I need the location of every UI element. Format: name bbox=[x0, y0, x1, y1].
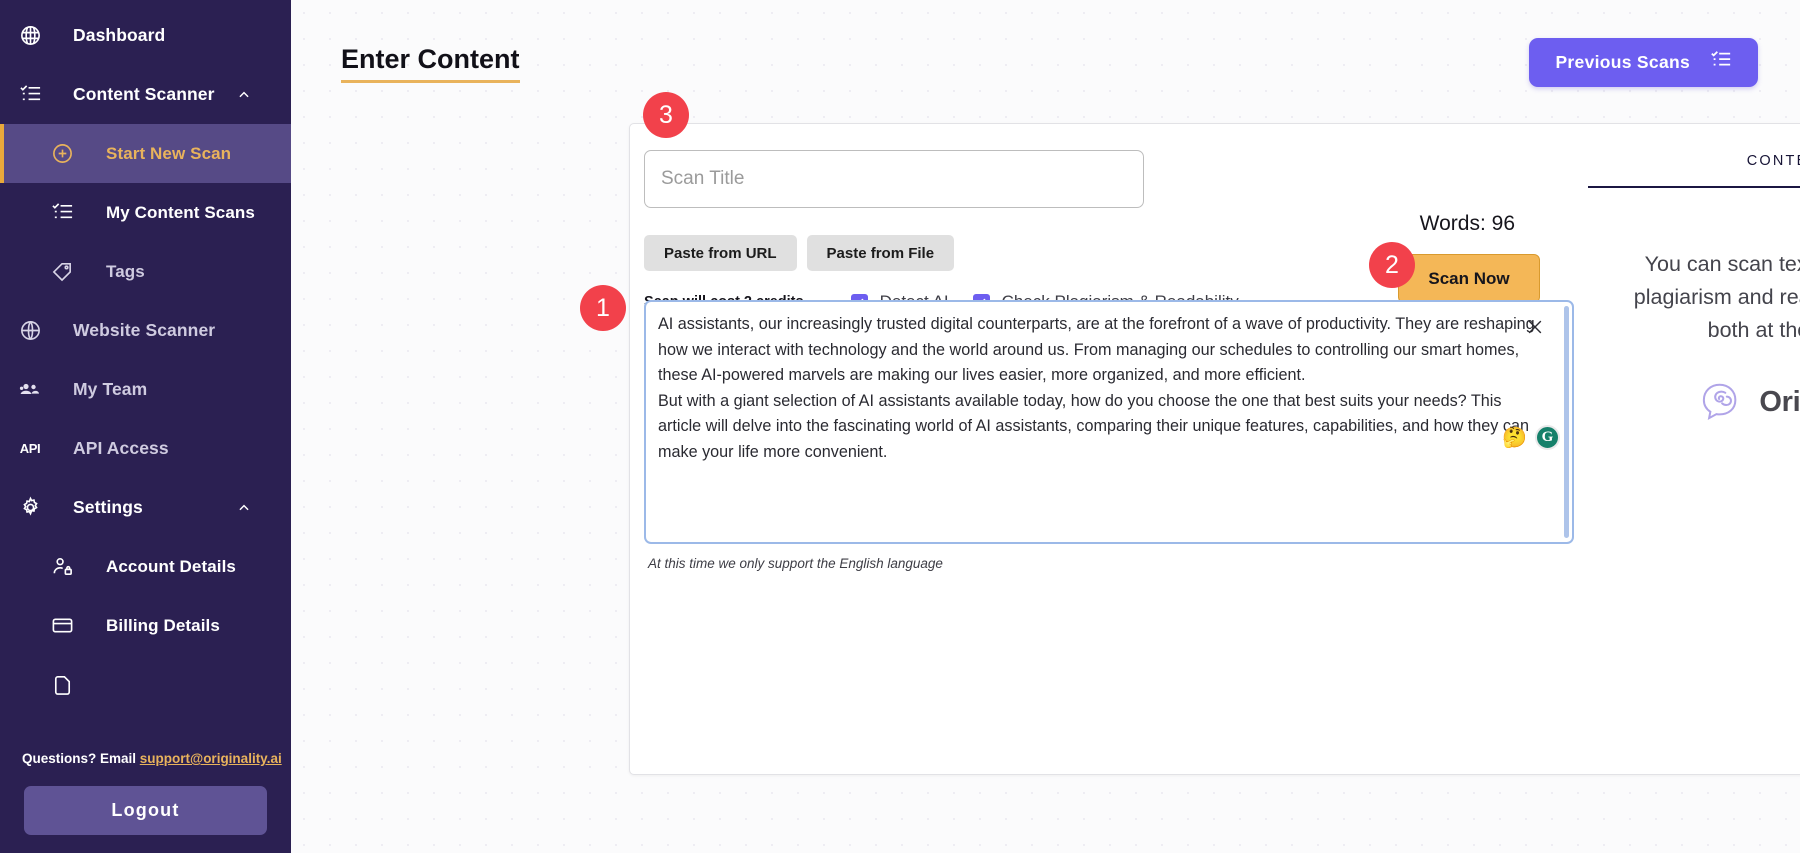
content-editor-text: AI assistants, our increasingly trusted … bbox=[658, 312, 1544, 465]
paste-from-url-button[interactable]: Paste from URL bbox=[644, 235, 797, 271]
sidebar-item-label: Content Scanner bbox=[73, 84, 215, 105]
sidebar-item-label: My Team bbox=[73, 379, 147, 400]
sidebar-item-api-access[interactable]: API API Access bbox=[0, 419, 291, 478]
originality-logo-text: Originality.ai bbox=[1759, 386, 1800, 419]
content-card: Paste from URL Paste from File Scan will… bbox=[629, 123, 1800, 775]
sidebar-item-partially-hidden[interactable] bbox=[0, 655, 291, 714]
content-scan-tab[interactable]: CONTENT SCAN bbox=[1590, 152, 1800, 186]
editor-scrollbar[interactable] bbox=[1564, 306, 1569, 538]
sidebar-item-label: Dashboard bbox=[73, 25, 165, 46]
sidebar-item-label: Website Scanner bbox=[73, 320, 215, 341]
sidebar-item-dashboard[interactable]: Dashboard bbox=[0, 6, 291, 65]
sidebar-item-my-team[interactable]: My Team bbox=[0, 360, 291, 419]
panel-description: You can scan text for AI content, for pl… bbox=[1620, 248, 1800, 347]
app-root: Dashboard Content Scanner bbox=[0, 0, 1800, 853]
sidebar-footer: Questions? Email support@originality.ai … bbox=[0, 735, 291, 853]
brain-speech-bubble-icon bbox=[1699, 379, 1745, 426]
sidebar-item-settings[interactable]: Settings bbox=[0, 478, 291, 537]
grammarly-icon[interactable]: G bbox=[1535, 425, 1560, 450]
sidebar-item-start-new-scan[interactable]: Start New Scan bbox=[0, 124, 291, 183]
sidebar-item-my-content-scans[interactable]: My Content Scans bbox=[0, 183, 291, 242]
originality-logo: Originality.ai bbox=[1580, 379, 1800, 426]
plus-circle-icon bbox=[44, 140, 80, 168]
tag-icon bbox=[44, 258, 80, 286]
annotation-badge-2: 2 bbox=[1369, 242, 1415, 288]
sidebar-item-label: Start New Scan bbox=[106, 144, 231, 164]
api-icon: API bbox=[12, 435, 48, 463]
gear-icon bbox=[12, 494, 48, 522]
checklist-icon bbox=[44, 199, 80, 227]
sidebar-item-account-details[interactable]: Account Details bbox=[0, 537, 291, 596]
sidebar-nav: Dashboard Content Scanner bbox=[0, 0, 291, 714]
scan-title-input[interactable] bbox=[644, 150, 1144, 208]
content-editor[interactable]: AI assistants, our increasingly trusted … bbox=[644, 300, 1574, 544]
annotation-badge-1: 1 bbox=[580, 285, 626, 331]
chevron-up-icon[interactable] bbox=[237, 501, 251, 515]
checklist-icon bbox=[1710, 49, 1732, 76]
globe-brain-icon bbox=[12, 22, 48, 50]
tab-underline bbox=[1588, 186, 1800, 188]
logout-button[interactable]: Logout bbox=[24, 786, 267, 835]
chevron-up-icon[interactable] bbox=[237, 88, 251, 102]
credit-card-icon bbox=[44, 612, 80, 640]
close-x-icon[interactable] bbox=[1525, 317, 1545, 337]
sidebar-item-website-scanner[interactable]: Website Scanner bbox=[0, 301, 291, 360]
sidebar-item-label: Account Details bbox=[106, 557, 236, 577]
thinking-face-emoji[interactable]: 🤔 bbox=[1502, 428, 1527, 448]
main-content: Enter Content Previous Scans Paste from … bbox=[291, 0, 1800, 853]
annotation-badge-3: 3 bbox=[643, 92, 689, 138]
checklist-icon bbox=[12, 81, 48, 109]
support-email-link[interactable]: support@originality.ai bbox=[140, 751, 282, 766]
sidebar-item-label: Settings bbox=[73, 497, 143, 518]
sidebar-item-label: API Access bbox=[73, 438, 169, 459]
sidebar-item-label: Billing Details bbox=[106, 616, 220, 636]
card-right-column: CONTENT SCAN You can scan text for AI co… bbox=[1580, 124, 1800, 774]
support-prefix: Questions? Email bbox=[22, 751, 140, 766]
globe-icon bbox=[12, 317, 48, 345]
paste-from-file-button[interactable]: Paste from File bbox=[807, 235, 955, 271]
people-icon bbox=[12, 376, 48, 404]
user-lock-icon bbox=[44, 553, 80, 581]
page-title: Enter Content bbox=[341, 45, 520, 83]
previous-scans-button[interactable]: Previous Scans bbox=[1529, 38, 1758, 87]
editor-extension-icons: 🤔 G bbox=[1502, 425, 1560, 450]
sidebar-item-content-scanner[interactable]: Content Scanner bbox=[0, 65, 291, 124]
content-scan-tab-label: CONTENT SCAN bbox=[1747, 153, 1800, 186]
sidebar-item-label: Tags bbox=[106, 262, 145, 282]
word-count: Words: 96 bbox=[1420, 212, 1515, 236]
support-line: Questions? Email support@originality.ai bbox=[0, 735, 291, 766]
sidebar-item-billing-details[interactable]: Billing Details bbox=[0, 596, 291, 655]
sidebar: Dashboard Content Scanner bbox=[0, 0, 291, 853]
language-support-note: At this time we only support the English… bbox=[648, 556, 943, 571]
sidebar-item-label: My Content Scans bbox=[106, 203, 255, 223]
previous-scans-label: Previous Scans bbox=[1555, 52, 1690, 73]
document-icon bbox=[44, 671, 80, 699]
content-editor-wrapper: AI assistants, our increasingly trusted … bbox=[644, 300, 1574, 544]
scan-now-button[interactable]: Scan Now bbox=[1398, 254, 1540, 303]
card-left-column: Paste from URL Paste from File Scan will… bbox=[630, 124, 1580, 774]
sidebar-item-tags[interactable]: Tags bbox=[0, 242, 291, 301]
